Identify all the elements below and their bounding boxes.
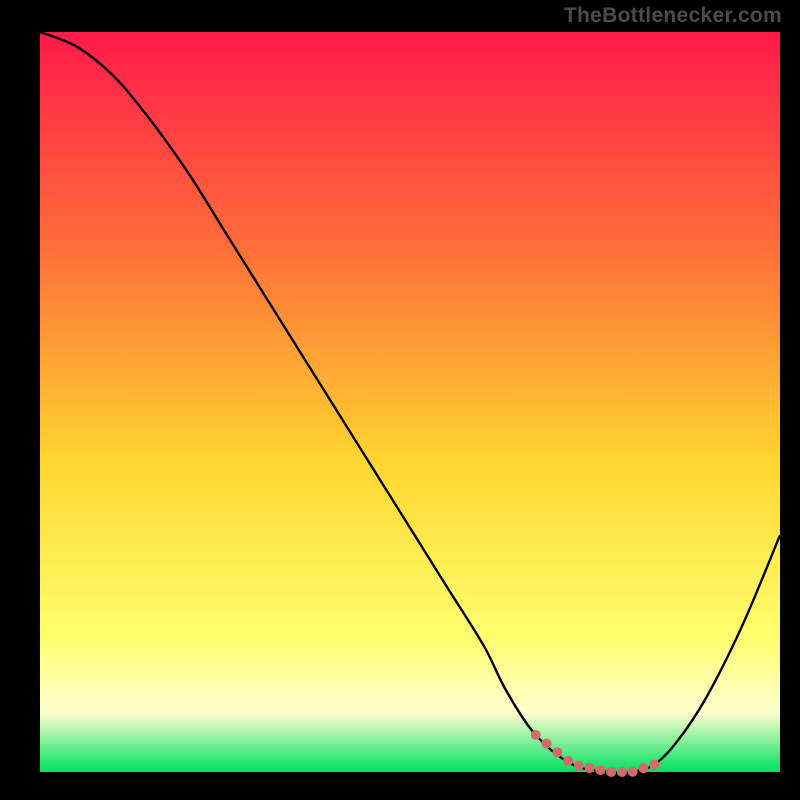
optimal-dot <box>563 756 573 766</box>
optimal-dot <box>552 747 562 757</box>
plot-area <box>40 32 780 772</box>
optimal-dot <box>649 760 659 770</box>
chart-stage: TheBottlenecker.com <box>0 0 800 800</box>
bottleneck-chart <box>0 0 800 800</box>
optimal-dot <box>585 763 595 773</box>
optimal-dot <box>595 765 605 775</box>
optimal-dot <box>628 767 638 777</box>
optimal-dot <box>617 767 627 777</box>
optimal-dot <box>574 761 584 771</box>
optimal-dot <box>542 739 552 749</box>
optimal-dot <box>606 767 616 777</box>
optimal-dot <box>638 763 648 773</box>
optimal-dot <box>531 730 541 740</box>
